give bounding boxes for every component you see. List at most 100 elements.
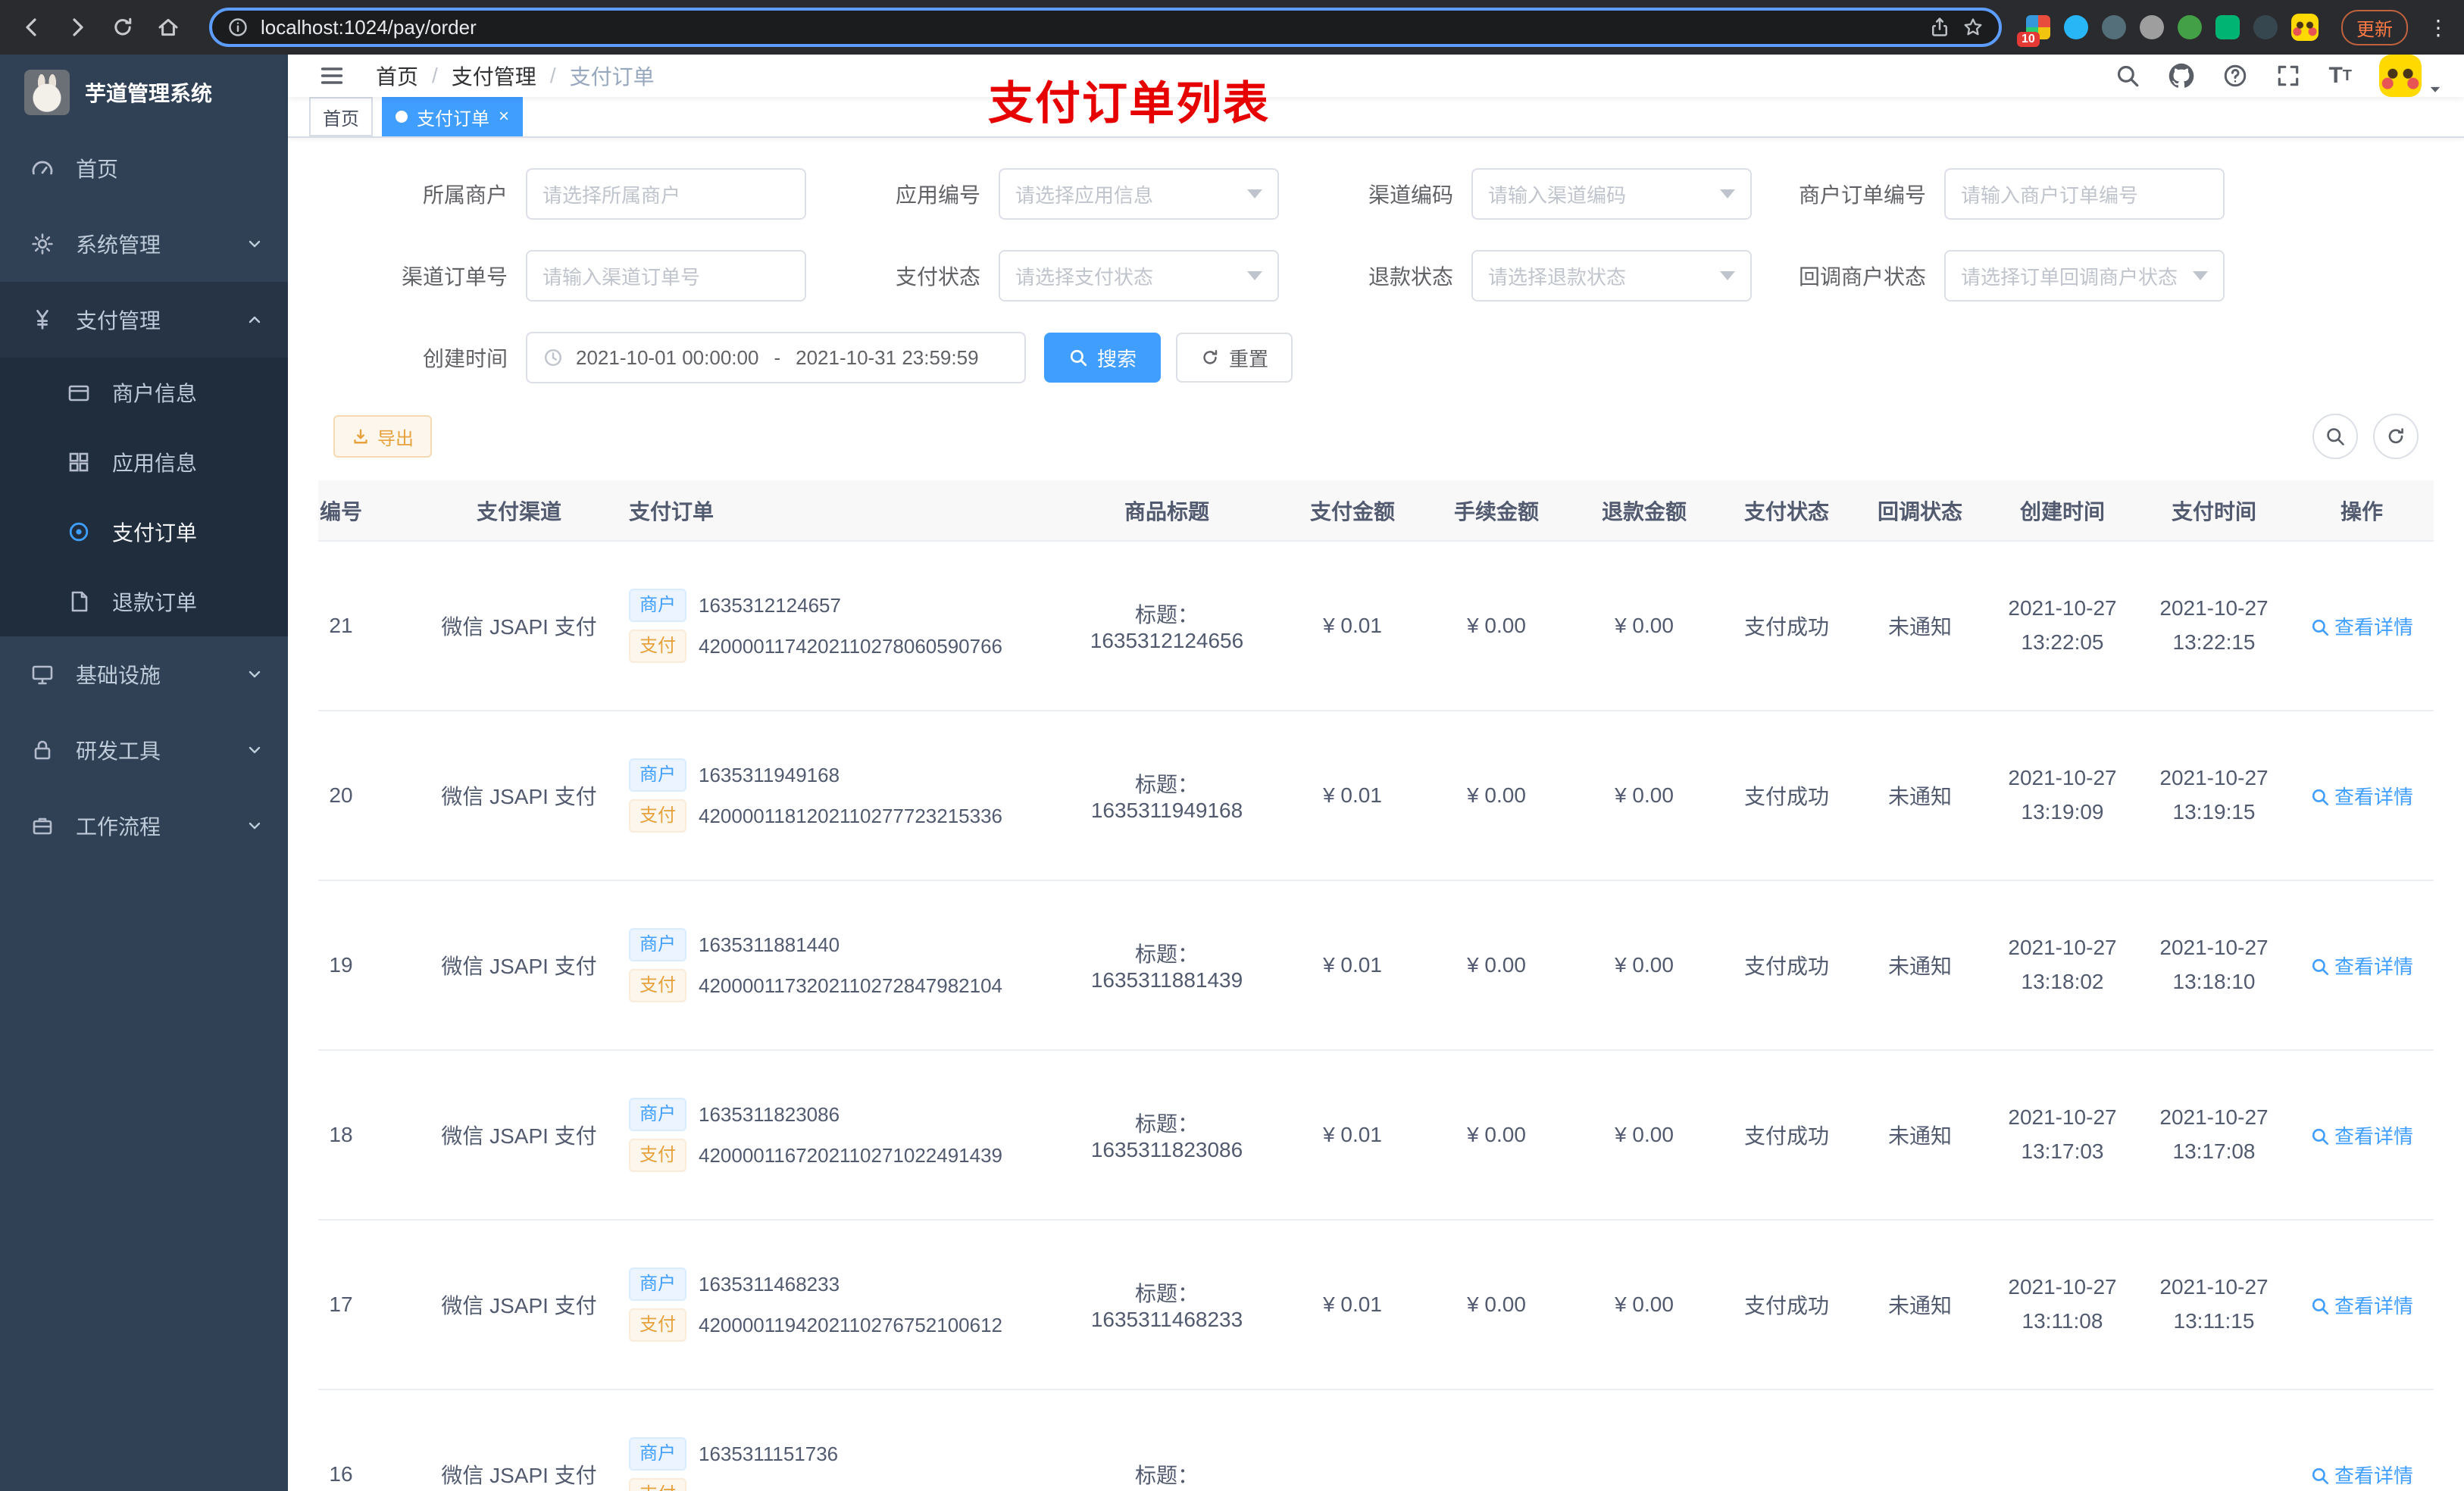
view-detail-link[interactable]: 查看详情 [2290, 880, 2434, 1051]
profile-avatar[interactable] [2291, 14, 2319, 41]
forward-icon[interactable] [61, 11, 94, 44]
sidebar-item-system[interactable]: 系统管理 [0, 206, 288, 282]
chevron-down-icon [1720, 189, 1735, 198]
extension-icon[interactable] [2140, 15, 2164, 39]
hamburger-icon[interactable] [309, 62, 355, 89]
sidebar-item-dev-tools[interactable]: 研发工具 [0, 712, 288, 788]
column-header: 支付时间 [2138, 480, 2290, 542]
filter-field-input[interactable]: 请输入渠道订单号 [526, 250, 806, 302]
table-row: 21 微信 JSAPI 支付 商户 1635312124657 支付 42000… [318, 541, 2434, 711]
back-icon[interactable] [15, 11, 48, 44]
font-size-icon[interactable]: TT [2328, 63, 2352, 89]
cell-channel: 微信 JSAPI 支付 [424, 1389, 614, 1491]
refresh-button[interactable] [2373, 414, 2419, 459]
sidebar-item-infrastructure[interactable]: 基础设施 [0, 636, 288, 712]
tab-pay-order[interactable]: 支付订单 × [382, 97, 524, 136]
extension-icon[interactable] [2178, 15, 2202, 39]
merchant-tag: 商户 [629, 758, 686, 792]
view-detail-link[interactable]: 查看详情 [2290, 1389, 2434, 1491]
search-button[interactable]: 搜索 [1044, 333, 1162, 383]
yen-icon [30, 308, 55, 332]
cell-title: 标题：1635311823086 [1053, 1050, 1280, 1221]
search-icon[interactable] [2115, 63, 2140, 89]
filter-field-input[interactable]: 请选择应用信息 [999, 168, 1279, 220]
view-detail-link[interactable]: 查看详情 [2290, 1050, 2434, 1221]
date-range-input[interactable]: 2021-10-01 00:00:00 - 2021-10-31 23:59:5… [526, 332, 1026, 383]
cell-status: 支付成功 [1720, 880, 1853, 1051]
breadcrumb-home[interactable]: 首页 [376, 61, 418, 91]
browser-menu-icon[interactable]: ⋮ [2428, 15, 2449, 40]
address-bar[interactable]: localhost:1024/pay/order [209, 8, 2002, 47]
search-icon [2327, 428, 2344, 445]
close-tab-icon[interactable]: × [499, 108, 509, 126]
extension-icon[interactable] [2253, 15, 2278, 39]
filter-field-input[interactable]: 请选择退款状态 [1471, 250, 1752, 302]
cell-order: 商户 1635311949168 支付 42000011812021102777… [614, 711, 1053, 881]
cell-create-time: 2021-10-27 13:19:09 [1987, 711, 2138, 881]
sidebar-item-refund-order[interactable]: 退款订单 [0, 567, 288, 636]
sidebar-item-payment[interactable]: 支付管理 [0, 282, 288, 358]
tab-home[interactable]: 首页 [309, 97, 373, 136]
github-icon[interactable] [2168, 62, 2195, 89]
extension-icon[interactable]: 10 [2017, 15, 2050, 47]
tags-view-bar: 首页 支付订单 × [288, 97, 2464, 138]
bookmark-star-icon[interactable] [1962, 17, 1984, 38]
url-text[interactable]: localhost:1024/pay/order [261, 16, 1917, 39]
cell-title: 标题： [1053, 1389, 1280, 1491]
view-detail-link[interactable]: 查看详情 [2290, 711, 2434, 881]
table-row: 18 微信 JSAPI 支付 商户 1635311823086 支付 42000… [318, 1050, 2434, 1221]
reset-button[interactable]: 重置 [1176, 333, 1293, 383]
filter-field-input[interactable]: 请选择支付状态 [999, 250, 1279, 302]
date-end-value[interactable]: 2021-10-31 23:59:59 [796, 346, 978, 370]
filter-field-input[interactable]: 请输入商户订单编号 [1944, 168, 2225, 220]
sidebar-item-merchant-info[interactable]: 商户信息 [0, 358, 288, 427]
filter-row: 渠道订单号 请输入渠道订单号 支付状态 请选择支付状态 退款状态 请选择退款状态… [333, 250, 2449, 302]
extension-icon[interactable] [2215, 15, 2240, 39]
cell-create-time: 2021-10-27 13:17:03 [1987, 1050, 2138, 1221]
filter-field-label: 渠道订单号 [401, 265, 508, 289]
column-header: 支付渠道 [424, 480, 614, 542]
fullscreen-icon[interactable] [2275, 63, 2301, 89]
cell-id: 18 [318, 1050, 424, 1221]
pay-tag: 支付 [629, 630, 686, 663]
sidebar-item-workflow[interactable]: 工作流程 [0, 788, 288, 864]
info-icon[interactable] [227, 17, 249, 38]
view-detail-link[interactable]: 查看详情 [2290, 1220, 2434, 1390]
reload-icon[interactable] [106, 11, 139, 44]
sidebar-item-pay-order[interactable]: 支付订单 [0, 497, 288, 567]
filter-field-input[interactable]: 请选择订单回调商户状态 [1944, 250, 2225, 302]
cell-order: 商户 1635311823086 支付 42000011672021102710… [614, 1050, 1053, 1221]
cell-refund: ¥ 0.00 [1568, 541, 1720, 711]
cell-channel: 微信 JSAPI 支付 [424, 880, 614, 1051]
chevron-down-icon [245, 817, 264, 835]
logo: 芋道管理系统 [0, 55, 288, 130]
table-row: 17 微信 JSAPI 支付 商户 1635311468233 支付 42000… [318, 1220, 2434, 1390]
chevron-down-icon [2193, 271, 2208, 280]
page-content: 所属商户 请选择所属商户 应用编号 请选择应用信息 渠道编码 请输入渠道编码 商… [288, 138, 2464, 1491]
search-toggle-button[interactable] [2312, 414, 2358, 459]
sidebar-item-app-info[interactable]: 应用信息 [0, 427, 288, 497]
filter-field: 渠道订单号 请输入渠道订单号 [333, 250, 806, 302]
cell-channel: 微信 JSAPI 支付 [424, 541, 614, 711]
view-detail-link[interactable]: 查看详情 [2290, 541, 2434, 711]
filter-field-input[interactable]: 请选择所属商户 [526, 168, 806, 220]
sidebar-item-home[interactable]: 首页 [0, 130, 288, 206]
date-start-value[interactable]: 2021-10-01 00:00:00 [576, 346, 758, 370]
refresh-icon [1203, 350, 1218, 364]
cell-channel: 微信 JSAPI 支付 [424, 1220, 614, 1390]
share-icon[interactable] [1929, 17, 1950, 38]
breadcrumb-payment[interactable]: 支付管理 [452, 61, 536, 91]
help-icon[interactable] [2222, 63, 2248, 89]
column-header: 支付状态 [1720, 480, 1853, 542]
column-header: 退款金额 [1568, 480, 1720, 542]
user-menu[interactable] [2379, 55, 2443, 97]
filter-field-input[interactable]: 请输入渠道编码 [1471, 168, 1752, 220]
payment-submenu: 商户信息 应用信息 支付订单 退款订单 [0, 358, 288, 636]
extension-icon[interactable] [2064, 15, 2088, 39]
dashboard-icon [30, 156, 55, 180]
home-icon[interactable] [152, 11, 185, 44]
export-button[interactable]: 导出 [333, 415, 432, 458]
update-button[interactable]: 更新 [2341, 9, 2408, 45]
extension-icon[interactable] [2102, 15, 2126, 39]
chevron-down-icon [1720, 271, 1735, 280]
